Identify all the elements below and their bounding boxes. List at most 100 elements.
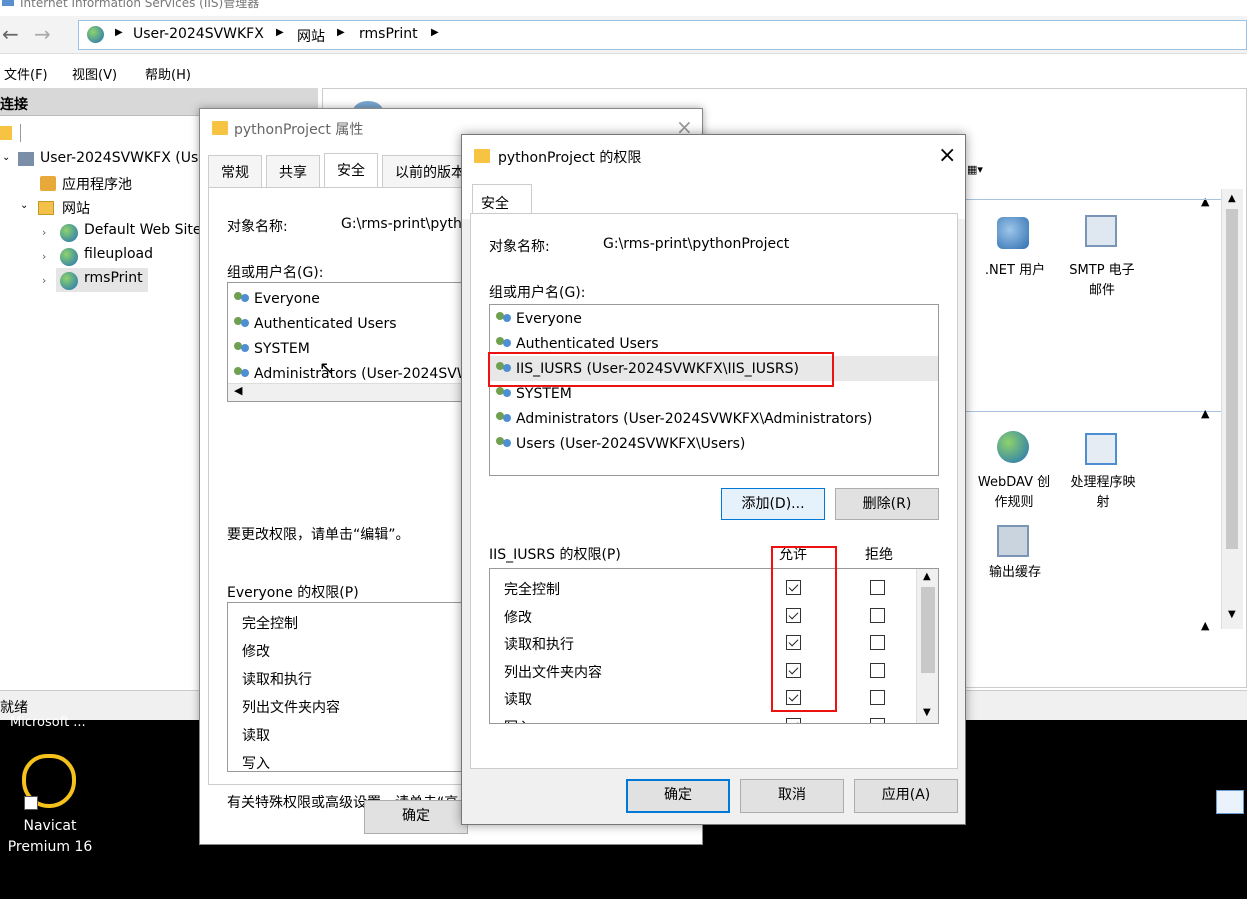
group-divider [963, 411, 1221, 412]
perm-list-scrollbar[interactable]: ▲ ▼ [916, 569, 938, 723]
scroll-up-icon[interactable]: ▲ [1228, 193, 1236, 204]
webdav-icon[interactable] [997, 431, 1029, 463]
smtp-email-icon[interactable] [1085, 215, 1117, 247]
user-group-icon [496, 436, 514, 450]
feature-smtp[interactable]: SMTP 电子 邮件 [1061, 261, 1143, 301]
scroll-thumb[interactable] [1226, 209, 1238, 549]
deny-checkbox[interactable] [870, 635, 885, 650]
perm-item-label: 完全控制 [504, 582, 560, 598]
app-pool-icon [40, 176, 56, 191]
user-group-icon [496, 336, 514, 350]
menu-file[interactable]: 文件(F) [4, 64, 48, 83]
tree-server[interactable]: User-2024SVWKFX (Us [40, 150, 198, 166]
connect-icon[interactable] [0, 126, 12, 140]
feature-handler[interactable]: 处理程序映 射 [1059, 473, 1147, 513]
breadcrumb-site[interactable]: rmsPrint [359, 26, 418, 42]
address-breadcrumb-box[interactable]: ▶ User-2024SVWKFX ▶ 网站 ▶ rmsPrint ▶ [78, 20, 1247, 50]
props-user-list[interactable]: Everyone Authenticated Users SYSTEM Admi… [227, 282, 471, 402]
perm-user-row[interactable]: Users (User-2024SVWKFX\Users) [496, 432, 745, 457]
chevron-down-icon[interactable]: ⌄ [2, 152, 10, 163]
cancel-button[interactable]: 取消 [740, 779, 844, 813]
tree-sites[interactable]: 网站 [62, 198, 90, 218]
perm-user-row[interactable]: Everyone [496, 307, 582, 332]
props-hscrollbar[interactable]: ◀ [228, 383, 466, 401]
perm-user-row[interactable]: Administrators (User-2024SVWKFX\Administ… [496, 407, 872, 432]
deny-checkbox[interactable] [870, 717, 885, 723]
desktop-icon-navicat[interactable]: Navicat Premium 16 [0, 816, 100, 858]
tree-site-rmsprint[interactable]: rmsPrint [84, 270, 143, 286]
collapse-group-icon[interactable]: ▲ [1201, 619, 1209, 632]
props-perm-item: 列出文件夹内容 [242, 700, 340, 716]
allow-checkbox[interactable] [786, 717, 801, 723]
permissions-body: 对象名称: G:\rms-print\pythonProject 组或用户名(G… [470, 213, 958, 769]
collapse-group-icon[interactable]: ▲ [1201, 195, 1209, 208]
folder-icon [474, 149, 490, 163]
props-user-name: SYSTEM [254, 341, 310, 357]
deny-checkbox[interactable] [870, 662, 885, 678]
net-users-icon[interactable] [997, 217, 1029, 249]
view-toggle-icon[interactable]: ▦▾ [967, 163, 983, 176]
close-icon[interactable]: × [938, 143, 956, 168]
tab-security[interactable]: 安全 [324, 153, 378, 187]
add-button[interactable]: 添加(D)... [721, 488, 825, 520]
features-view-icon[interactable] [1216, 790, 1244, 814]
props-ok-button[interactable]: 确定 [364, 800, 468, 834]
perm-user-name: Administrators (User-2024SVWKFX\Administ… [516, 411, 873, 427]
perm-item-label: 修改 [504, 609, 532, 626]
feature-output-cache[interactable]: 输出缓存 [977, 563, 1053, 583]
apply-button[interactable]: 应用(A) [854, 779, 958, 813]
tab-sharing[interactable]: 共享 [266, 155, 320, 187]
tree-site-default[interactable]: Default Web Site [84, 222, 201, 238]
deny-checkbox[interactable] [870, 607, 885, 623]
collapse-group-icon[interactable]: ▲ [1201, 407, 1209, 420]
perm-user-name: Authenticated Users [516, 336, 659, 352]
tree-app-pools[interactable]: 应用程序池 [62, 174, 132, 194]
props-user-row[interactable]: SYSTEM [234, 337, 310, 362]
user-group-icon [496, 411, 514, 425]
iis-window-title: Internet Information Services (IIS)管理器 [20, 0, 260, 10]
scroll-down-icon[interactable]: ▼ [923, 707, 931, 718]
chevron-right-icon[interactable]: › [42, 226, 46, 239]
desktop-icon-microsoft[interactable]: Microsoft ... [10, 715, 86, 730]
deny-checkbox[interactable] [870, 690, 885, 705]
breadcrumb-sites[interactable]: 网站 [297, 26, 325, 46]
back-arrow-icon[interactable]: ← [2, 22, 19, 46]
chevron-right-icon[interactable]: › [42, 274, 46, 287]
scroll-up-icon[interactable]: ▲ [923, 571, 931, 582]
iis-title-bar: Internet Information Services (IIS)管理器 [0, 0, 1247, 16]
props-perm-item: 写入 [242, 756, 270, 772]
perm-object-value: G:\rms-print\pythonProject [603, 236, 790, 252]
ok-button[interactable]: 确定 [626, 779, 730, 813]
props-group-label: 组或用户名(G): [227, 265, 324, 281]
props-user-row[interactable]: Authenticated Users [234, 312, 397, 337]
connections-title: 连接 [0, 97, 28, 113]
output-cache-icon[interactable] [997, 525, 1029, 557]
perm-row: 读取和执行 [490, 632, 910, 656]
breadcrumb-separator-icon: ▶ [276, 27, 284, 38]
menu-help[interactable]: 帮助(H) [145, 64, 191, 83]
scroll-left-icon[interactable]: ◀ [234, 384, 242, 397]
scroll-down-icon[interactable]: ▼ [1228, 609, 1236, 620]
deny-checkbox[interactable] [870, 580, 885, 595]
perm-row: 读取 [490, 687, 910, 711]
tab-general[interactable]: 常规 [208, 155, 262, 187]
feature-net-users[interactable]: .NET 用户 [975, 261, 1055, 281]
props-edit-hint: 要更改权限，请单击“编辑”。 [227, 527, 410, 543]
props-object-label: 对象名称: [227, 219, 288, 235]
scroll-thumb[interactable] [921, 587, 935, 673]
perm-item-label: 读取 [504, 692, 532, 708]
forward-arrow-icon[interactable]: → [34, 22, 51, 46]
props-user-row[interactable]: Everyone [234, 287, 320, 312]
features-scrollbar[interactable]: ▲ ▼ [1221, 189, 1243, 629]
tree-site-fileupload[interactable]: fileupload [84, 246, 153, 262]
perm-user-list[interactable]: Everyone Authenticated Users IIS_IUSRS (… [488, 304, 939, 476]
user-group-icon [234, 316, 252, 330]
remove-button[interactable]: 删除(R) [835, 488, 939, 520]
chevron-down-icon[interactable]: ⌄ [20, 200, 28, 211]
feature-webdav[interactable]: WebDAV 创 作规则 [969, 473, 1059, 513]
chevron-right-icon[interactable]: › [42, 250, 46, 263]
perm-row: 修改 [490, 605, 910, 629]
breadcrumb-server[interactable]: User-2024SVWKFX [133, 26, 264, 42]
handler-mapping-icon[interactable] [1085, 433, 1117, 465]
menu-view[interactable]: 视图(V) [72, 64, 117, 83]
